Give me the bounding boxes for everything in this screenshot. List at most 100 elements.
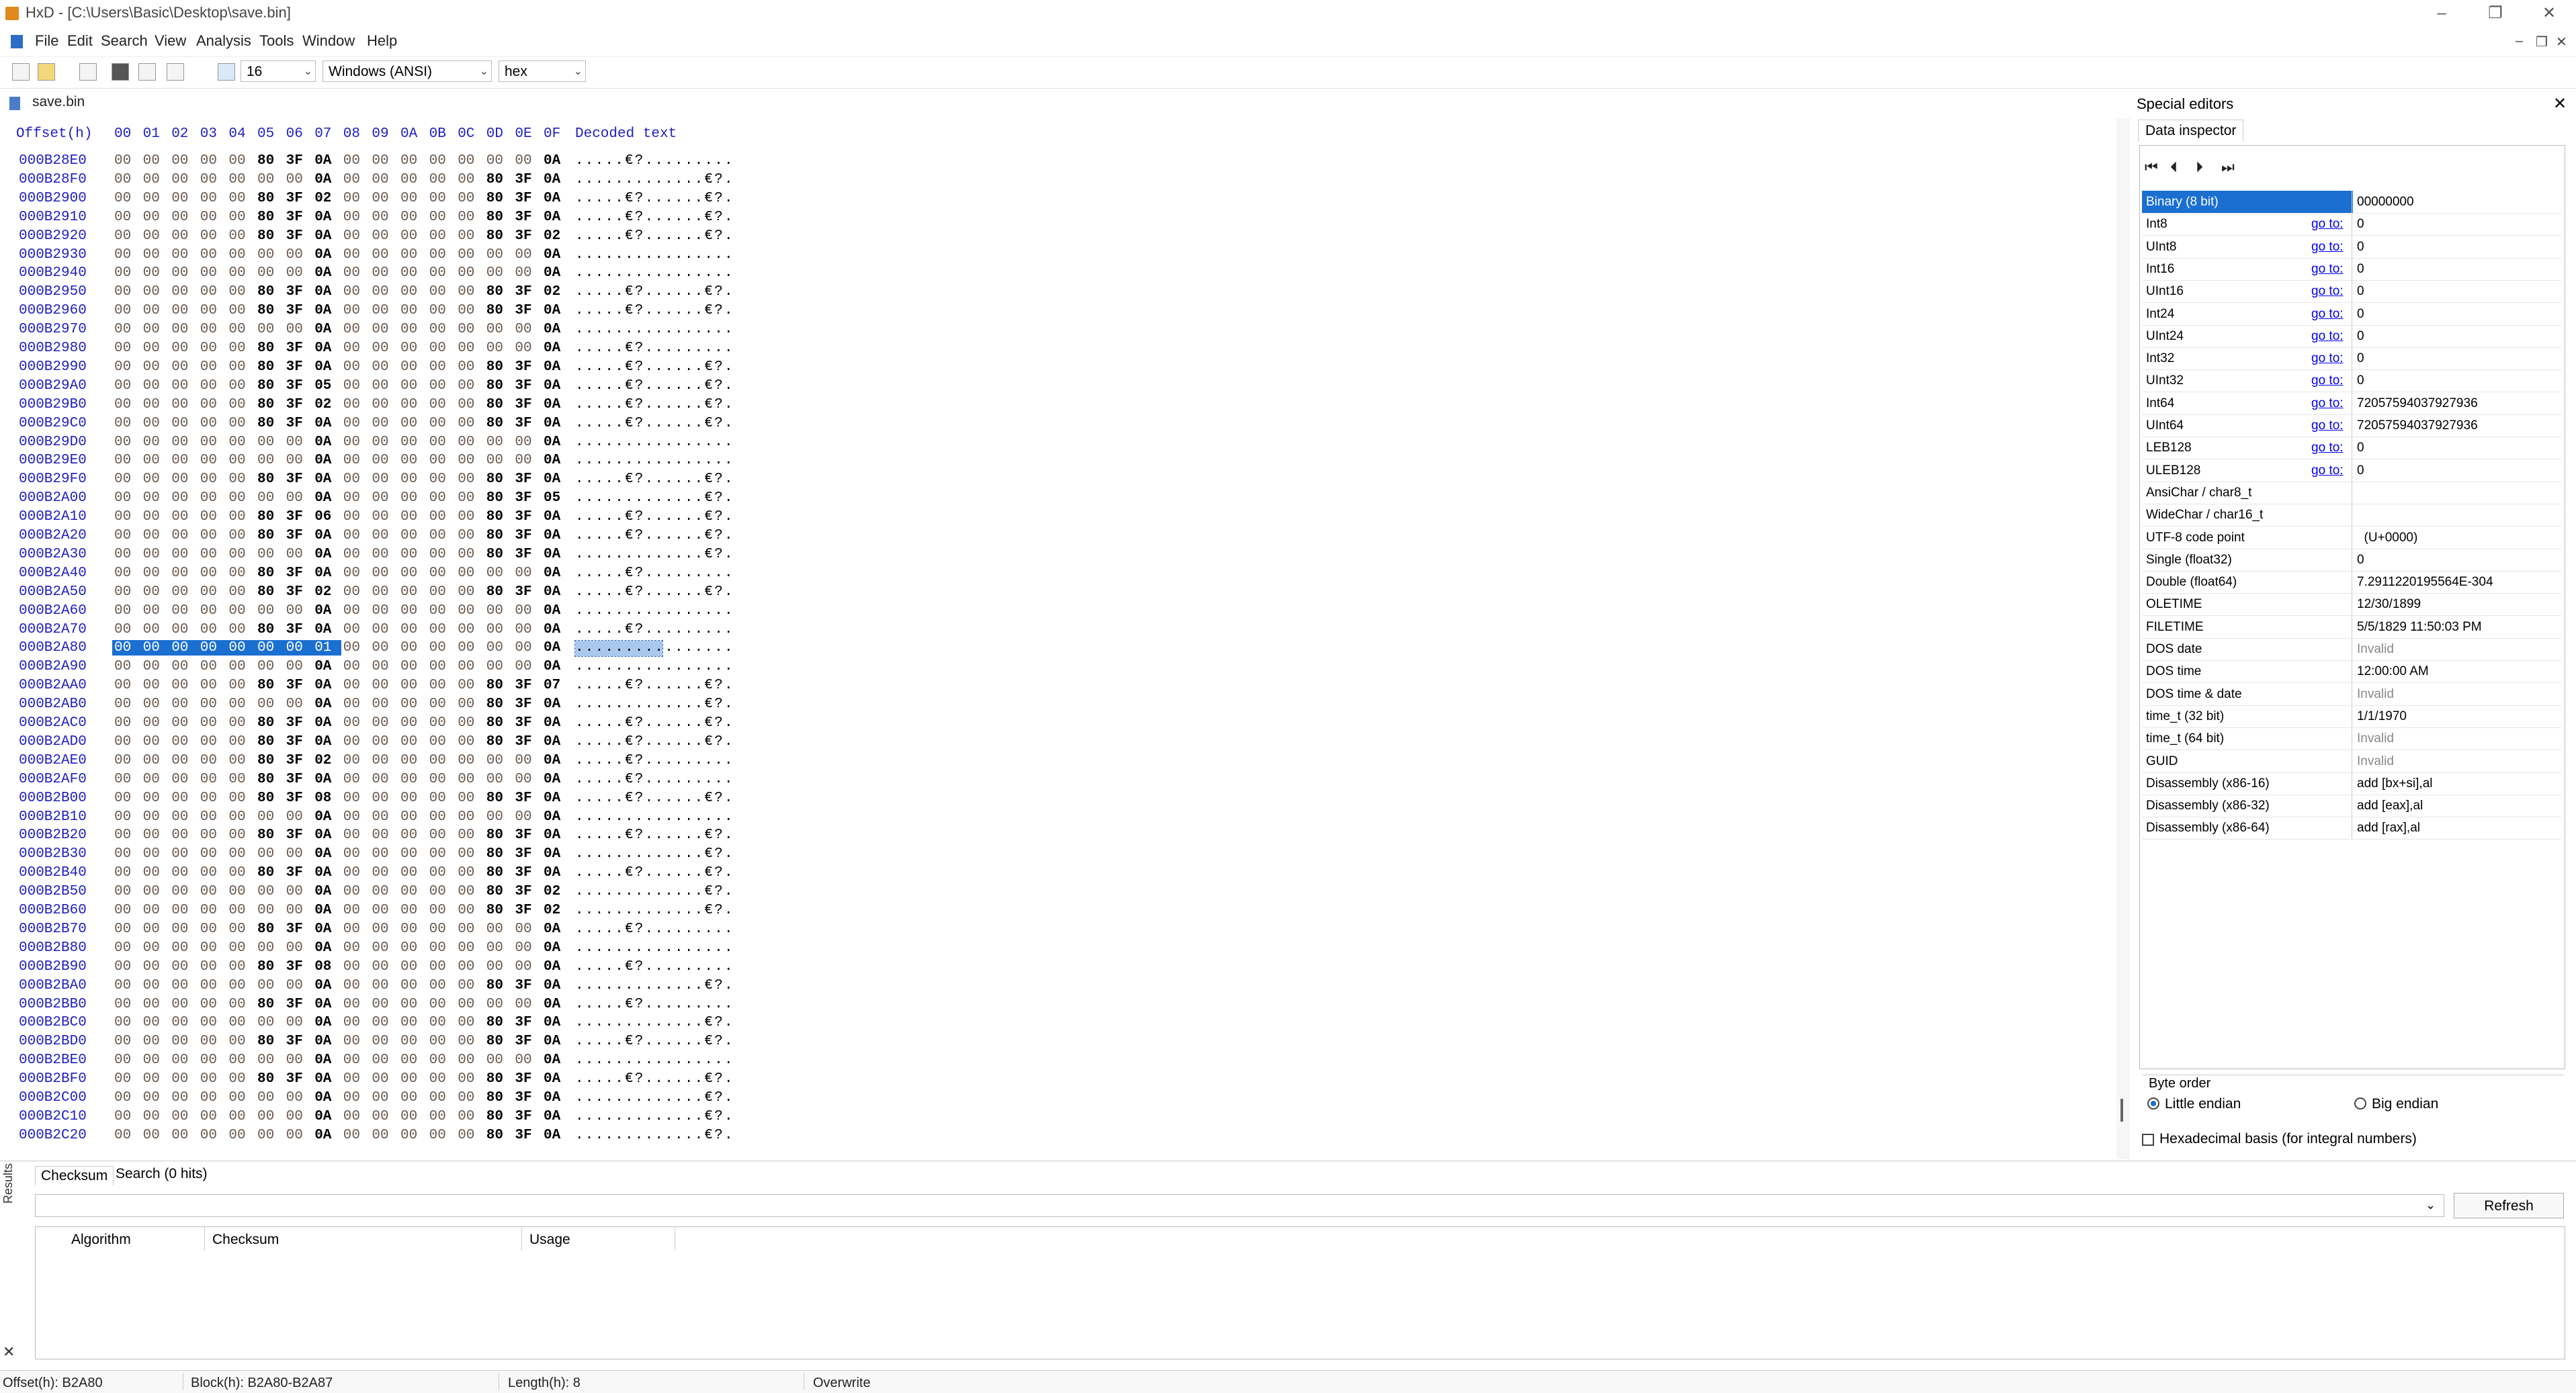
hex-byte[interactable]: 00 (114, 959, 131, 975)
inspector-row[interactable]: DOS time 12:00:00 AM (2142, 660, 2561, 684)
hex-byte[interactable]: 00 (171, 191, 188, 206)
hex-byte[interactable]: 00 (286, 1015, 303, 1030)
hex-byte[interactable]: 00 (228, 922, 245, 937)
hex-byte[interactable]: 00 (143, 509, 160, 525)
hex-byte[interactable]: 00 (200, 378, 217, 394)
decoded-text[interactable]: ................ (575, 809, 734, 825)
hex-byte[interactable]: 00 (400, 341, 417, 356)
hex-byte[interactable]: 00 (458, 809, 474, 825)
inspector-value[interactable]: 0 (2357, 307, 2364, 322)
hex-byte[interactable]: 00 (372, 865, 388, 881)
hex-byte[interactable]: 00 (200, 959, 217, 975)
hex-byte[interactable]: 00 (515, 997, 531, 1012)
hex-byte[interactable]: 00 (143, 265, 160, 281)
save-icon[interactable] (79, 63, 97, 81)
hex-byte[interactable]: 00 (171, 210, 188, 225)
hex-byte[interactable]: 00 (286, 453, 303, 468)
hex-byte[interactable]: 80 (486, 228, 503, 244)
hex-byte[interactable]: 80 (486, 715, 503, 731)
hex-byte[interactable]: 0A (314, 997, 331, 1012)
decoded-text[interactable]: ................ (575, 453, 734, 468)
decoded-text[interactable]: .....€?......€?. (575, 791, 734, 806)
hex-byte[interactable]: 00 (429, 772, 446, 787)
hex-byte[interactable]: 00 (400, 435, 417, 450)
hex-byte[interactable]: 00 (171, 528, 188, 543)
hex-byte[interactable]: 00 (228, 997, 245, 1012)
hex-byte[interactable]: 00 (200, 397, 217, 412)
hex-byte[interactable]: 00 (486, 809, 503, 825)
document-tab[interactable]: save.bin (32, 94, 85, 110)
hex-byte[interactable]: 80 (486, 397, 503, 412)
hex-byte[interactable]: 0A (314, 228, 331, 244)
hex-byte[interactable]: 00 (458, 827, 474, 843)
hex-byte[interactable]: 00 (429, 490, 446, 506)
hex-byte[interactable]: 00 (171, 809, 188, 825)
hex-byte[interactable]: 00 (114, 1128, 131, 1143)
hex-byte[interactable]: 00 (343, 884, 360, 899)
hex-byte[interactable]: 00 (400, 528, 417, 543)
hex-byte[interactable]: 00 (171, 153, 188, 169)
hex-byte[interactable]: 00 (400, 397, 417, 412)
hex-byte[interactable]: 00 (114, 471, 131, 487)
decoded-text[interactable]: .............€?. (575, 978, 734, 993)
hex-byte[interactable]: 3F (515, 903, 531, 918)
hex-byte[interactable]: 0A (544, 359, 560, 375)
hex-byte[interactable]: 00 (372, 1052, 388, 1068)
hex-basis-checkbox[interactable] (2142, 1134, 2154, 1146)
hex-byte[interactable]: 00 (228, 153, 245, 169)
hex-byte[interactable]: 00 (200, 584, 217, 600)
hex-byte[interactable]: 00 (114, 284, 131, 300)
hex-byte[interactable]: 00 (171, 1090, 188, 1106)
hex-byte[interactable]: 00 (458, 846, 474, 862)
decoded-text[interactable]: .....€?......... (575, 997, 734, 1012)
hex-byte[interactable]: 00 (458, 584, 474, 600)
decoded-text[interactable]: .....€?......€?. (575, 865, 734, 881)
hex-byte[interactable]: 00 (343, 715, 360, 731)
hex-byte[interactable]: 0A (314, 1015, 331, 1030)
hex-byte[interactable]: 00 (200, 753, 217, 768)
hex-byte[interactable]: 00 (228, 772, 245, 787)
refresh-button[interactable]: Refresh (2454, 1193, 2564, 1218)
hex-byte[interactable]: 00 (429, 734, 446, 750)
hex-byte[interactable]: 00 (200, 566, 217, 581)
hex-byte[interactable]: 0A (314, 303, 331, 318)
hex-byte[interactable]: 0A (544, 753, 560, 768)
properties-icon[interactable] (167, 63, 184, 81)
previous-icon[interactable]: ⏴ (2170, 159, 2178, 176)
hex-byte[interactable]: 00 (429, 191, 446, 206)
hex-byte[interactable]: 00 (228, 303, 245, 318)
decoded-text[interactable]: .....€?......€?. (575, 1071, 734, 1087)
hex-byte[interactable]: 80 (486, 1015, 503, 1030)
hex-byte[interactable]: 00 (515, 809, 531, 825)
hex-byte[interactable]: 3F (286, 397, 303, 412)
hex-byte[interactable]: 00 (200, 341, 217, 356)
hex-byte[interactable]: 00 (458, 453, 474, 468)
goto-link[interactable]: go to: (2311, 351, 2344, 366)
hex-byte[interactable]: 00 (286, 903, 303, 918)
hex-byte[interactable]: 00 (429, 1128, 446, 1143)
hex-scrollbar[interactable] (2116, 118, 2130, 1159)
hex-byte[interactable]: 0A (314, 1090, 331, 1106)
hex-byte[interactable]: 00 (515, 640, 531, 656)
hex-byte[interactable]: 00 (515, 341, 531, 356)
hex-byte[interactable]: 0A (544, 416, 560, 431)
hex-byte[interactable]: 00 (228, 1128, 245, 1143)
hex-byte[interactable]: 80 (486, 696, 503, 712)
hex-byte[interactable]: 3F (286, 1034, 303, 1049)
hex-byte[interactable]: 00 (171, 1109, 188, 1124)
hex-byte[interactable]: 0A (314, 247, 331, 263)
hex-byte[interactable]: 3F (515, 1071, 531, 1087)
hex-byte[interactable]: 00 (458, 772, 474, 787)
menu-help[interactable]: Help (367, 32, 397, 50)
hex-byte[interactable]: 05 (544, 490, 560, 506)
hex-byte[interactable]: 00 (400, 1034, 417, 1049)
hex-byte[interactable]: 00 (228, 490, 245, 506)
hex-byte[interactable]: 00 (343, 903, 360, 918)
hex-byte[interactable]: 00 (372, 284, 388, 300)
hex-byte[interactable]: 00 (114, 772, 131, 787)
hex-byte[interactable]: 3F (286, 584, 303, 600)
hex-byte[interactable]: 00 (400, 1090, 417, 1106)
hex-byte[interactable]: 00 (171, 284, 188, 300)
hex-byte[interactable]: 00 (257, 265, 274, 281)
hex-byte[interactable]: 00 (429, 1034, 446, 1049)
